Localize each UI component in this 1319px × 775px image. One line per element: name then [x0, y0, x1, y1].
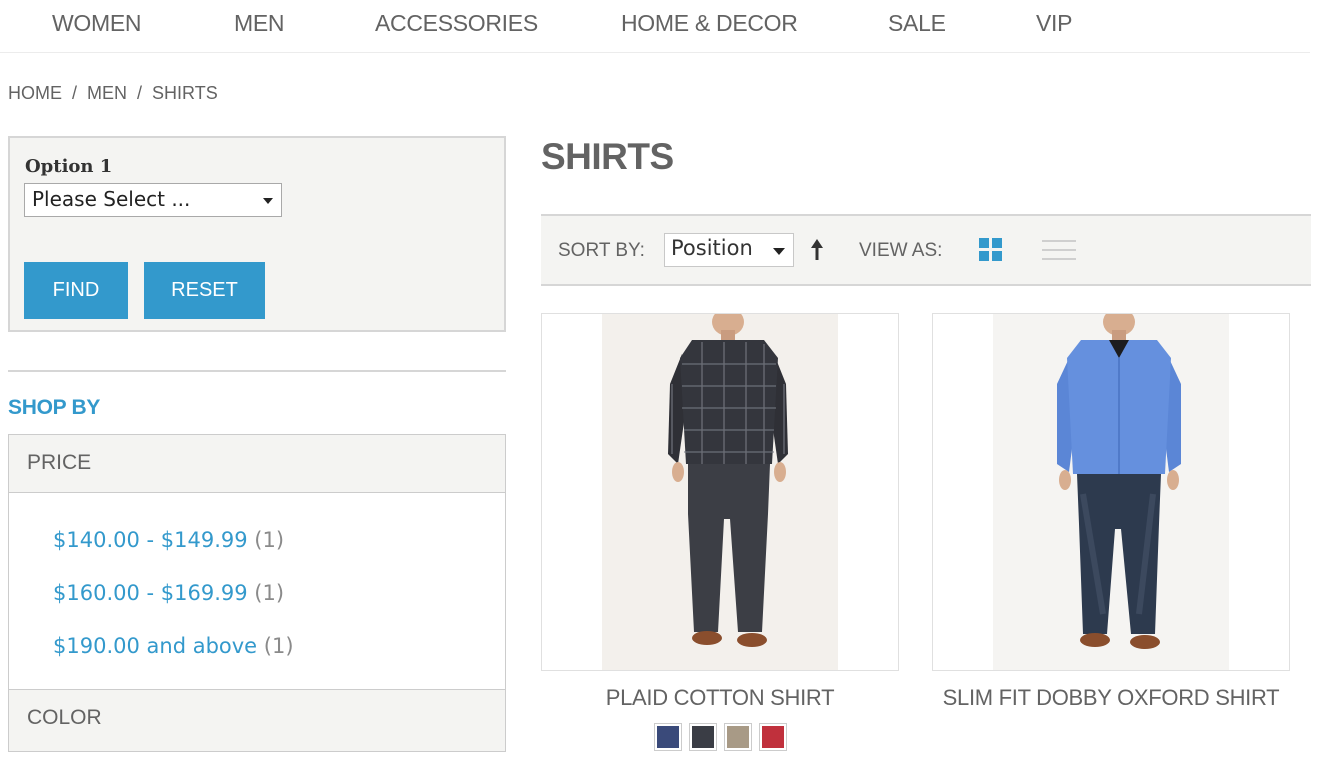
sidebar-divider: [8, 370, 506, 372]
sort-by-label: SORT BY:: [558, 240, 645, 261]
nav-item-men[interactable]: MEN: [234, 10, 285, 37]
shop-by-heading: SHOP BY: [8, 396, 101, 419]
chevron-down-icon: [773, 248, 785, 255]
product-name[interactable]: SLIM FIT DOBBY OXFORD SHIRT: [932, 682, 1290, 713]
breadcrumb-current: SHIRTS: [152, 83, 218, 103]
option-select-value: Please Select ...: [32, 187, 191, 211]
nav-item-vip[interactable]: VIP: [1036, 10, 1072, 37]
grid-view-icon[interactable]: [979, 238, 1003, 262]
product-image[interactable]: [932, 313, 1290, 671]
list-view-icon[interactable]: [1042, 238, 1076, 262]
swatch-navy[interactable]: [653, 723, 682, 751]
nav-item-sale[interactable]: SALE: [888, 10, 946, 37]
breadcrumb-separator: /: [137, 83, 143, 103]
breadcrumb-home[interactable]: HOME: [8, 83, 62, 103]
price-option[interactable]: $140.00 - $149.99 (1): [53, 528, 284, 552]
top-nav: WOMEN MEN ACCESSORIES HOME & DECOR SALE …: [0, 0, 1310, 53]
product-card: SLIM FIT DOBBY OXFORD SHIRT: [932, 313, 1290, 713]
breadcrumb: HOME / MEN / SHIRTS: [8, 83, 218, 104]
option-select[interactable]: Please Select ...: [24, 183, 282, 217]
product-image[interactable]: [541, 313, 899, 671]
nav-item-women[interactable]: WOMEN: [52, 10, 142, 37]
sort-ascending-arrow-icon[interactable]: [810, 238, 824, 262]
price-option-count: (1): [254, 528, 285, 552]
product-photo-oxford-shirt-icon: [993, 314, 1229, 670]
swatch-charcoal[interactable]: [688, 723, 717, 751]
find-button[interactable]: FIND: [24, 262, 128, 319]
swatch-tan[interactable]: [723, 723, 752, 751]
filter-price-options: $140.00 - $149.99 (1) $160.00 - $169.99 …: [8, 493, 506, 689]
price-option-count: (1): [263, 634, 294, 658]
color-swatches: [541, 723, 899, 751]
swatch-fill: [761, 726, 784, 748]
product-toolbar: SORT BY: Position VIEW AS:: [541, 214, 1311, 286]
nav-item-home-decor[interactable]: HOME & DECOR: [621, 10, 798, 37]
view-as-label: VIEW AS:: [859, 240, 943, 261]
product-photo-plaid-shirt-icon: [602, 314, 838, 670]
filter-color-header[interactable]: COLOR: [8, 689, 506, 752]
option-finder: Option 1 Please Select ... FIND RESET: [8, 136, 506, 332]
page-title: SHIRTS: [541, 136, 674, 177]
swatch-red[interactable]: [758, 723, 787, 751]
reset-button[interactable]: RESET: [144, 262, 265, 319]
price-option-label: $140.00 - $149.99: [53, 528, 248, 552]
sort-select-value: Position: [671, 236, 753, 260]
swatch-fill: [656, 726, 679, 748]
option-label: Option 1: [25, 156, 113, 177]
price-option-label: $190.00 and above: [53, 634, 258, 658]
chevron-down-icon: [263, 198, 273, 204]
product-name[interactable]: PLAID COTTON SHIRT: [541, 682, 899, 713]
price-option-count: (1): [254, 581, 285, 605]
breadcrumb-men[interactable]: MEN: [87, 83, 127, 103]
product-card: PLAID COTTON SHIRT: [541, 313, 899, 751]
price-option-label: $160.00 - $169.99: [53, 581, 248, 605]
nav-item-accessories[interactable]: ACCESSORIES: [375, 10, 538, 37]
price-option[interactable]: $190.00 and above (1): [53, 634, 294, 658]
sort-select[interactable]: Position: [664, 233, 794, 267]
breadcrumb-separator: /: [72, 83, 78, 103]
filter-price-header[interactable]: PRICE: [8, 434, 506, 493]
swatch-fill: [691, 726, 714, 748]
swatch-fill: [726, 726, 749, 748]
price-option[interactable]: $160.00 - $169.99 (1): [53, 581, 284, 605]
